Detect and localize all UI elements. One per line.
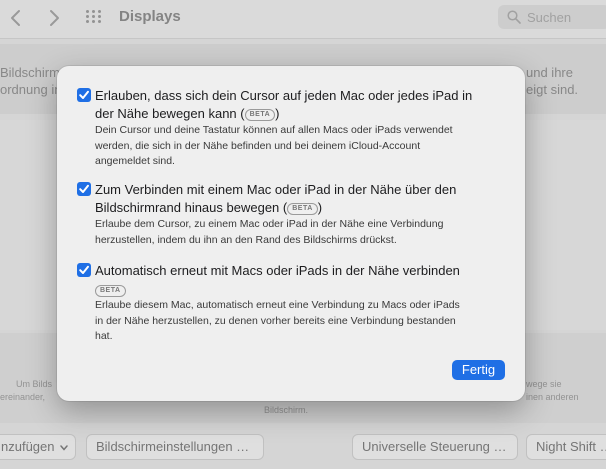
- option-2-title-text: Bildschirmrand hinaus bewegen (: [95, 200, 288, 215]
- universal-control-sheet: Erlauben, dass sich dein Cursor auf jede…: [57, 66, 525, 401]
- option-3-title-line1: Automatisch erneut mit Macs oder iPads i…: [95, 263, 460, 278]
- auto-reconnect-checkbox[interactable]: [77, 263, 91, 277]
- option-2-desc-line1: Erlaube dem Cursor, zu einem Mac oder iP…: [95, 218, 444, 230]
- option-1-title-text: der Nähe bewegen kann (: [95, 106, 245, 121]
- beta-badge: BETA: [287, 203, 318, 215]
- option-3-description: Erlaube diesem Mac, automatisch erneut e…: [95, 298, 505, 345]
- option-3-title-line2: BETA: [95, 280, 505, 298]
- option-3-desc-line1: Erlaube diesem Mac, automatisch erneut e…: [95, 299, 460, 311]
- cursor-move-checkbox[interactable]: [77, 88, 91, 102]
- option-1-title-line2: der Nähe bewegen kann (BETA): [95, 105, 505, 123]
- option-2-title-line2: Bildschirmrand hinaus bewegen (BETA): [95, 199, 505, 217]
- edge-push-checkbox[interactable]: [77, 182, 91, 196]
- option-1-desc-line3: angemeldet sind.: [95, 155, 175, 167]
- option-1-title[interactable]: Erlauben, dass sich dein Cursor auf jede…: [95, 87, 505, 123]
- checkmark-icon: [79, 184, 89, 193]
- option-3-title[interactable]: Automatisch erneut mit Macs oder iPads i…: [95, 262, 505, 298]
- option-2-title[interactable]: Zum Verbinden mit einem Mac oder iPad in…: [95, 181, 505, 217]
- option-1-title-line1: Erlauben, dass sich dein Cursor auf jede…: [95, 88, 473, 103]
- checkmark-icon: [79, 265, 89, 274]
- beta-badge: BETA: [95, 285, 126, 297]
- option-1-title-end: ): [275, 106, 280, 121]
- done-button[interactable]: Fertig: [452, 360, 505, 380]
- option-2-title-line1: Zum Verbinden mit einem Mac oder iPad in…: [95, 182, 457, 197]
- option-2-desc-line2: herzustellen, indem du ihn an den Rand d…: [95, 233, 397, 246]
- option-1-description: Dein Cursor und deine Tastatur können au…: [95, 123, 505, 170]
- beta-badge: BETA: [244, 109, 276, 121]
- checkmark-icon: [79, 90, 89, 99]
- option-1-desc-line2: werden, die sich in der Nähe befinden un…: [95, 139, 421, 152]
- option-1-desc-line1: Dein Cursor und deine Tastatur können au…: [95, 124, 453, 136]
- option-2-title-end: ): [317, 200, 323, 215]
- option-3-desc-line2: in der Nähe herzustellen, zu denen vorhe…: [95, 314, 456, 327]
- option-2-description: Erlaube dem Cursor, zu einem Mac oder iP…: [95, 217, 505, 248]
- option-3-desc-line3: hat.: [95, 330, 113, 342]
